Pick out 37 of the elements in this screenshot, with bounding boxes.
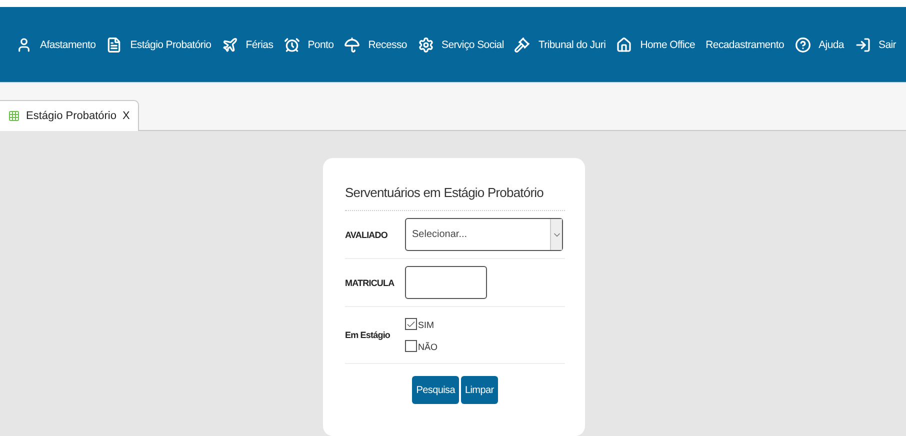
person-icon <box>16 36 32 52</box>
field-label: MATRICULA <box>345 276 394 288</box>
nav-link[interactable]: Estágio Probatório <box>106 36 212 52</box>
plane-icon <box>222 36 238 52</box>
checkbox[interactable] <box>405 318 417 330</box>
close-button[interactable]: X <box>122 110 130 122</box>
gavel-icon <box>514 36 530 52</box>
form-button[interactable]: Pesquisa <box>412 376 459 404</box>
alarm-clock-icon <box>284 36 300 52</box>
nav-link[interactable]: Home Office <box>616 36 696 52</box>
checkbox[interactable] <box>405 340 417 352</box>
nav-link[interactable]: Sair <box>854 36 896 52</box>
grid-icon <box>8 110 20 122</box>
nav-link[interactable]: Recadastramento <box>706 38 784 50</box>
tab-label: Estágio Probatório <box>26 110 116 122</box>
nav-link[interactable]: Tribunal do Juri <box>514 36 606 52</box>
form-button[interactable]: Limpar <box>460 376 498 404</box>
nav-link[interactable]: Afastamento <box>16 36 96 52</box>
checkbox-label: SIM <box>418 320 434 330</box>
help-icon <box>794 36 811 52</box>
door-arrow-icon <box>854 36 870 52</box>
field-label: AVALIADO <box>345 228 388 240</box>
matricula-field[interactable] <box>405 266 487 299</box>
form-title: Serventuários em Estágio Probatório <box>345 184 565 211</box>
nav-link[interactable]: Serviço Social <box>418 36 504 52</box>
nav-link[interactable]: Recesso <box>344 36 407 52</box>
settings-icon <box>418 36 434 52</box>
document-icon <box>106 36 122 52</box>
field-label: Em Estágio <box>345 329 390 341</box>
umbrella-icon <box>344 36 360 52</box>
tab[interactable]: Estágio Probatório X <box>0 100 139 131</box>
nav-link[interactable]: Férias <box>222 36 274 52</box>
house-icon <box>616 36 632 52</box>
checkbox-label: NÃO <box>418 342 438 352</box>
avaliado-select[interactable]: Selecionar... <box>405 218 563 251</box>
nav-link[interactable]: Ponto <box>284 36 334 52</box>
nav-link[interactable]: Ajuda <box>794 36 844 52</box>
